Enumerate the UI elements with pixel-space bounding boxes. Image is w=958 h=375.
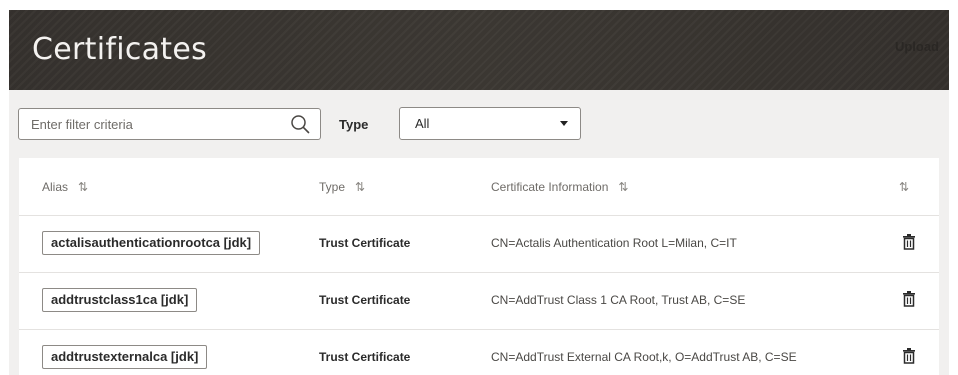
page-header: Certificates Upload bbox=[9, 10, 949, 90]
cell-type: Trust Certificate bbox=[319, 293, 411, 307]
alias-link[interactable]: addtrustclass1ca [jdk] bbox=[42, 288, 198, 312]
search-icon[interactable] bbox=[290, 114, 310, 134]
certificates-page: Certificates Upload Type All Alias ⇅ Type… bbox=[9, 10, 949, 375]
page-title: Certificates bbox=[32, 32, 208, 67]
filter-bar: Type All bbox=[9, 90, 949, 160]
column-header-alias[interactable]: Alias ⇅ bbox=[42, 180, 88, 194]
sort-icon[interactable]: ⇅ bbox=[355, 180, 365, 194]
upload-button[interactable]: Upload bbox=[895, 39, 939, 54]
cell-type: Trust Certificate bbox=[319, 236, 411, 250]
type-select[interactable]: All bbox=[399, 107, 581, 140]
trash-icon[interactable] bbox=[902, 348, 916, 364]
column-header-label: Certificate Information bbox=[491, 180, 609, 194]
sort-icon[interactable]: ⇅ bbox=[618, 180, 628, 194]
cell-certificate-information: CN=AddTrust External CA Root,k, O=AddTru… bbox=[491, 350, 797, 364]
alias-link[interactable]: actalisauthenticationrootca [jdk] bbox=[42, 231, 261, 255]
column-header-label: Alias bbox=[42, 180, 69, 194]
table-row: addtrustexternalca [jdk] Trust Certifica… bbox=[19, 330, 939, 375]
filter-field[interactable] bbox=[18, 108, 321, 140]
cell-certificate-information: CN=AddTrust Class 1 CA Root, Trust AB, C… bbox=[491, 293, 746, 307]
column-header-type[interactable]: Type ⇅ bbox=[319, 180, 365, 194]
table-row: actalisauthenticationrootca [jdk] Trust … bbox=[19, 216, 939, 272]
filter-input[interactable] bbox=[19, 109, 279, 139]
column-header-label: Type bbox=[319, 180, 346, 194]
table-row: addtrustclass1ca [jdk] Trust Certificate… bbox=[19, 273, 939, 329]
sort-icon[interactable]: ⇅ bbox=[899, 180, 909, 194]
alias-link[interactable]: addtrustexternalca [jdk] bbox=[42, 345, 208, 369]
certificates-table: Alias ⇅ Type ⇅ Certificate Information ⇅ ⇅ … bbox=[19, 158, 939, 375]
column-header-actions[interactable]: ⇅ bbox=[899, 180, 909, 194]
trash-icon[interactable] bbox=[902, 291, 916, 307]
trash-icon[interactable] bbox=[902, 234, 916, 250]
type-select-value: All bbox=[415, 116, 430, 131]
column-header-certificate-information[interactable]: Certificate Information ⇅ bbox=[491, 180, 628, 194]
type-filter-label: Type bbox=[339, 117, 369, 132]
sort-icon[interactable]: ⇅ bbox=[78, 180, 88, 194]
chevron-down-icon bbox=[560, 121, 568, 126]
cell-certificate-information: CN=Actalis Authentication Root L=Milan, … bbox=[491, 236, 737, 250]
cell-type: Trust Certificate bbox=[319, 350, 411, 364]
